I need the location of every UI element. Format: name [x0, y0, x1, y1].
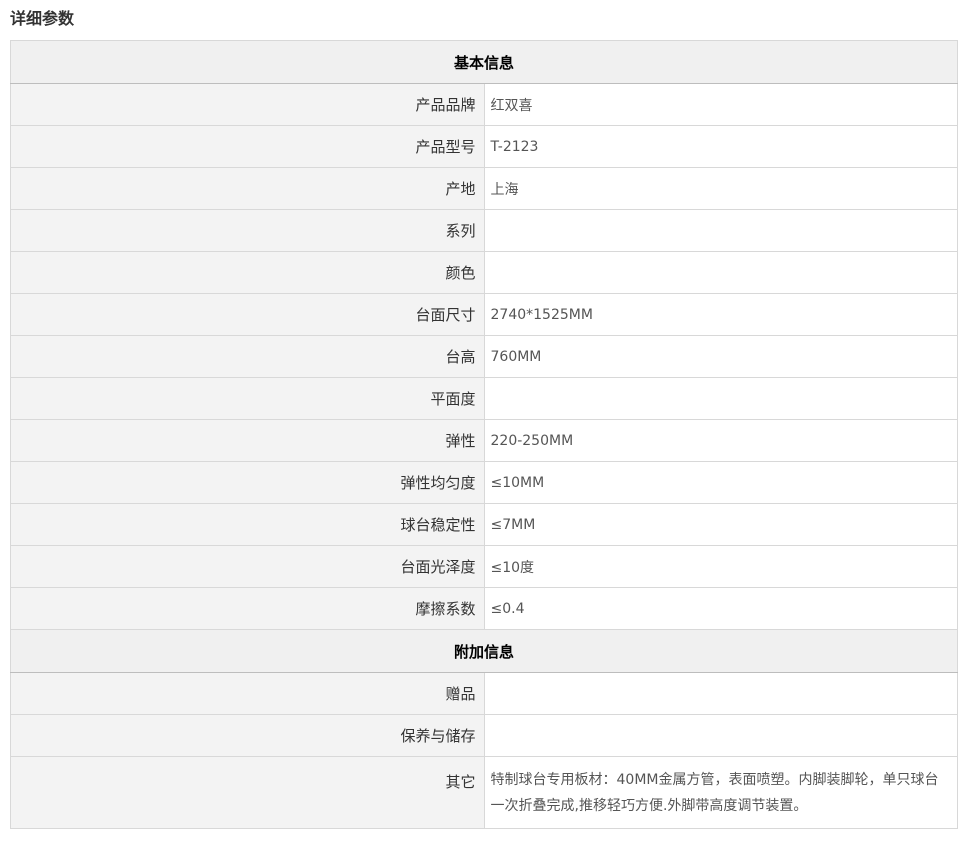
row-key: 产地: [10, 167, 485, 210]
section-title: 附加信息: [10, 629, 958, 673]
table-row: 产品品牌 红双喜: [10, 83, 958, 126]
row-key: 产品型号: [10, 125, 485, 168]
table-row: 系列: [10, 209, 958, 252]
table-row: 台面尺寸 2740*1525MM: [10, 293, 958, 336]
table-row: 颜色: [10, 251, 958, 294]
row-key: 弹性均匀度: [10, 461, 485, 504]
row-value: ≤7MM: [483, 503, 958, 546]
row-key: 台高: [10, 335, 485, 378]
row-key: 保养与储存: [10, 714, 485, 757]
table-row: 摩擦系数 ≤0.4: [10, 587, 958, 630]
row-key: 系列: [10, 209, 485, 252]
row-value: [483, 251, 958, 294]
row-value: T-2123: [483, 125, 958, 168]
row-value: ≤0.4: [483, 587, 958, 630]
row-value: [483, 377, 958, 420]
row-value: [483, 672, 958, 715]
table-row: 台高 760MM: [10, 335, 958, 378]
section-header-basic: 基本信息: [10, 40, 958, 84]
row-value: 特制球台专用板材：40MM金属方管，表面喷塑。内脚装脚轮，单只球台一次折叠完成,…: [483, 756, 958, 829]
row-value: 上海: [483, 167, 958, 210]
table-row: 产品型号 T-2123: [10, 125, 958, 168]
row-key: 产品品牌: [10, 83, 485, 126]
row-key: 弹性: [10, 419, 485, 462]
table-row: 赠品: [10, 672, 958, 715]
table-row: 平面度: [10, 377, 958, 420]
row-value: 2740*1525MM: [483, 293, 958, 336]
table-row: 弹性均匀度 ≤10MM: [10, 461, 958, 504]
row-value: ≤10MM: [483, 461, 958, 504]
row-value: [483, 209, 958, 252]
row-key: 台面光泽度: [10, 545, 485, 588]
row-value: 760MM: [483, 335, 958, 378]
row-key: 台面尺寸: [10, 293, 485, 336]
table-row: 球台稳定性 ≤7MM: [10, 503, 958, 546]
table-row: 产地 上海: [10, 167, 958, 210]
table-row: 台面光泽度 ≤10度: [10, 545, 958, 588]
row-value: ≤10度: [483, 545, 958, 588]
spec-table: 基本信息 产品品牌 红双喜 产品型号 T-2123 产地 上海 系列 颜色 台面…: [10, 40, 958, 829]
row-value: [483, 714, 958, 757]
section-header-additional: 附加信息: [10, 629, 958, 673]
row-key: 其它: [10, 756, 485, 829]
row-value: 红双喜: [483, 83, 958, 126]
row-key: 赠品: [10, 672, 485, 715]
table-row: 弹性 220-250MM: [10, 419, 958, 462]
table-row: 其它 特制球台专用板材：40MM金属方管，表面喷塑。内脚装脚轮，单只球台一次折叠…: [10, 756, 958, 829]
page-title: 详细参数: [10, 9, 75, 28]
row-key: 摩擦系数: [10, 587, 485, 630]
row-key: 球台稳定性: [10, 503, 485, 546]
row-key: 平面度: [10, 377, 485, 420]
table-row: 保养与储存: [10, 714, 958, 757]
row-value: 220-250MM: [483, 419, 958, 462]
row-key: 颜色: [10, 251, 485, 294]
section-title: 基本信息: [10, 40, 958, 84]
